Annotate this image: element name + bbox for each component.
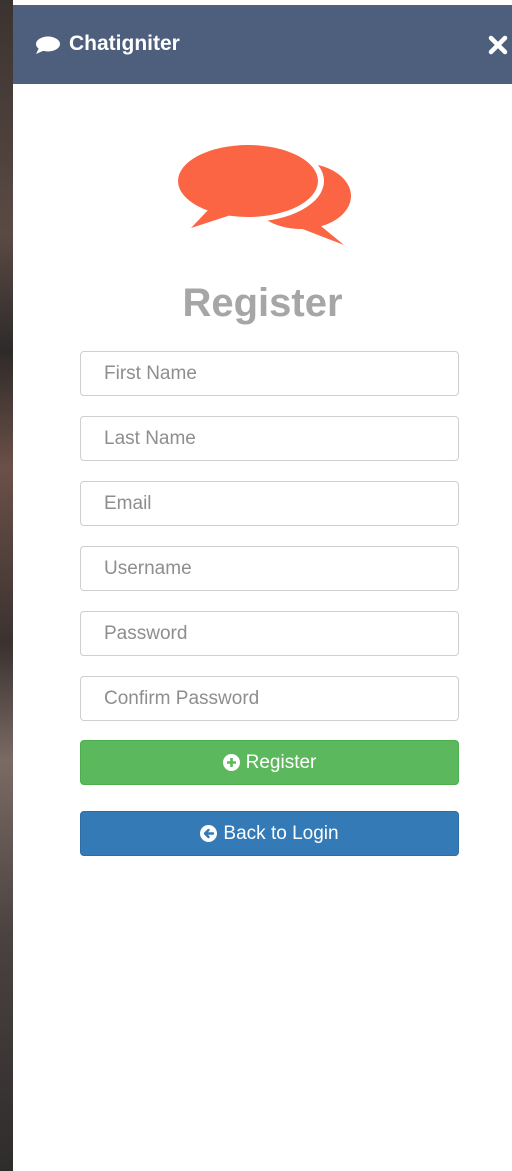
- chat-logo-icon: [176, 142, 351, 245]
- first-name-field[interactable]: [80, 351, 459, 396]
- back-to-login-label: Back to Login: [223, 822, 339, 844]
- back-to-login-button[interactable]: Back to Login: [80, 811, 459, 856]
- background-strip: [0, 0, 13, 1171]
- app-title: Chatigniter: [69, 32, 180, 55]
- password-field[interactable]: [80, 611, 459, 656]
- register-button[interactable]: Register: [80, 740, 459, 785]
- last-name-field[interactable]: [80, 416, 459, 461]
- arrow-circle-left-icon: [200, 825, 218, 842]
- email-field[interactable]: [80, 481, 459, 526]
- confirm-password-field[interactable]: [80, 676, 459, 721]
- plus-circle-icon: [222, 754, 240, 771]
- chat-window: Chatigniter Register Register Back to Lo…: [13, 0, 512, 1171]
- register-button-label: Register: [245, 751, 317, 773]
- username-field[interactable]: [80, 546, 459, 591]
- title-bar: Chatigniter: [13, 5, 512, 84]
- close-icon[interactable]: [486, 33, 510, 57]
- page-title: Register: [182, 281, 343, 325]
- chat-bubble-icon: [36, 36, 60, 54]
